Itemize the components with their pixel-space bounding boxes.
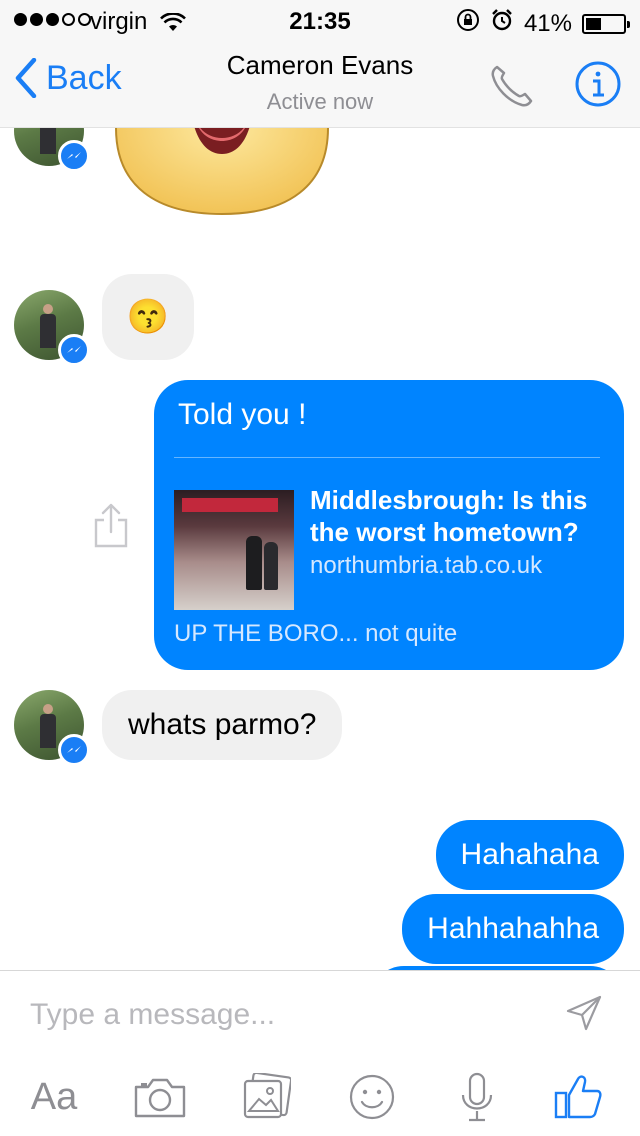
incoming-message[interactable]: 😙 [102,274,194,360]
messenger-badge-icon [58,140,90,172]
outgoing-link-message[interactable]: Told you ! Middlesbrough: Is this the wo… [154,380,624,670]
messenger-badge-icon [58,334,90,366]
text-format-label: Aa [30,1075,78,1118]
battery-icon [582,13,630,34]
alarm-icon [490,8,514,39]
outgoing-message[interactable]: Hahhahahha [402,894,624,964]
phone-icon[interactable] [488,62,536,115]
contact-title[interactable]: Cameron Evans Active now [0,50,640,115]
message-text: 😙 [126,298,170,336]
share-icon[interactable] [92,502,130,555]
emoji-icon[interactable] [344,1067,400,1127]
outgoing-message[interactable]: Hahahaha [435,820,624,890]
conversation-header: Back Cameron Evans Active now [0,40,640,128]
incoming-message[interactable]: whats parmo? [102,690,343,760]
send-icon[interactable] [564,993,604,1038]
link-thumbnail-image[interactable] [174,490,294,610]
message-text: Hahhahahha [427,912,599,945]
link-title[interactable]: Middlesbrough: Is this the worst hometow… [310,484,610,548]
gallery-icon[interactable] [238,1067,294,1127]
camera-icon[interactable] [130,1067,190,1127]
avatar[interactable] [14,690,90,766]
presence-status: Active now [266,89,374,114]
message-text: Told you ! [178,398,307,431]
message-text: whats parmo? [128,708,317,741]
link-caption: UP THE BORO... not quite [174,620,458,647]
contact-name: Cameron Evans [226,50,414,80]
heart-eyes-face-sticker[interactable] [112,128,332,218]
composer-toolbar: Aa [0,1067,640,1127]
conversation[interactable]: 😙 Told you ! Middlesbrough: Is this the … [0,128,640,970]
divider [174,457,600,458]
info-icon[interactable] [574,60,622,113]
message-text: Hahahaha [460,838,599,871]
microphone-icon[interactable] [452,1067,502,1127]
avatar[interactable] [14,290,90,366]
rotation-lock-icon [456,8,480,39]
text-format-icon[interactable]: Aa [22,1067,86,1127]
message-input[interactable] [30,993,530,1037]
messenger-badge-icon [58,734,90,766]
battery-percent: 41% [523,9,572,37]
status-bar: virgin 21:35 41% [0,0,640,40]
composer: Aa [0,970,640,1136]
avatar[interactable] [14,128,90,172]
link-domain: northumbria.tab.co.uk [310,552,543,579]
like-icon[interactable] [552,1067,604,1127]
top-bar: virgin 21:35 41% Back Cameron Evans Acti… [0,0,640,128]
